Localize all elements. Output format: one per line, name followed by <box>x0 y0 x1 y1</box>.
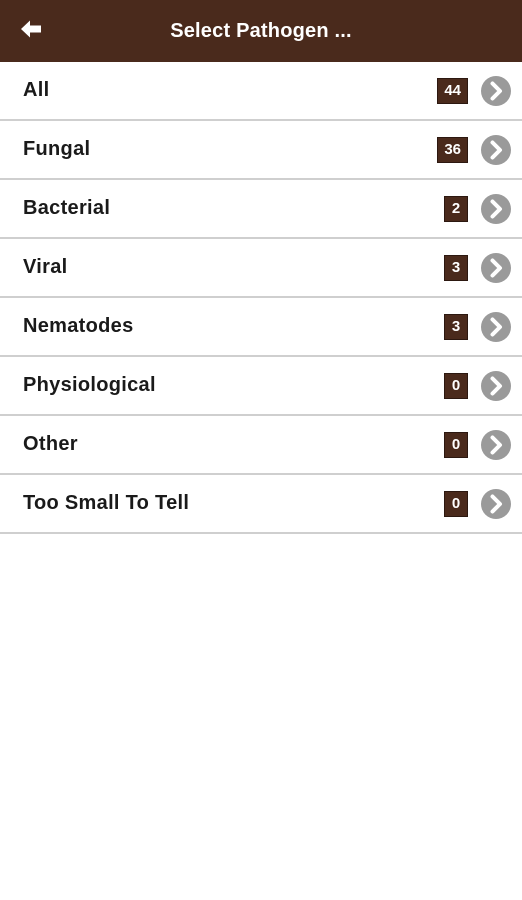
list-item-label: Physiological <box>23 374 156 396</box>
count-badge: 0 <box>444 431 468 458</box>
count-badge: 36 <box>437 136 468 163</box>
count-badge: 3 <box>444 254 468 281</box>
list-item-fungal[interactable]: Fungal 36 <box>0 121 522 180</box>
list-item-label: Viral <box>23 256 68 278</box>
count-badge: 3 <box>444 313 468 340</box>
list-item-all[interactable]: All 44 <box>0 62 522 121</box>
list-item-physiological[interactable]: Physiological 0 <box>0 357 522 416</box>
back-arrow-icon <box>19 19 43 44</box>
list-item-label: Too Small To Tell <box>23 492 190 514</box>
count-badge: 0 <box>444 490 468 517</box>
list-item-nematodes[interactable]: Nematodes 3 <box>0 298 522 357</box>
app-screen: Select Pathogen ... All 44 Fungal 36 Bacteri… <box>0 0 522 900</box>
list-item-label: Bacterial <box>23 197 111 219</box>
list-item-viral[interactable]: Viral 3 <box>0 239 522 298</box>
list-item-label: Fungal <box>23 138 91 160</box>
chevron-right-circle-icon[interactable] <box>480 134 512 166</box>
list-item-label: Nematodes <box>23 315 134 337</box>
navigation-bar: Select Pathogen ... <box>0 0 522 62</box>
count-badge: 44 <box>437 77 468 104</box>
list-item-label: All <box>23 79 50 101</box>
list-item-bacterial[interactable]: Bacterial 2 <box>0 180 522 239</box>
chevron-right-circle-icon[interactable] <box>480 75 512 107</box>
chevron-right-circle-icon[interactable] <box>480 488 512 520</box>
list-item-label: Other <box>23 433 78 455</box>
list-item-too-small-to-tell[interactable]: Too Small To Tell 0 <box>0 475 522 534</box>
chevron-right-circle-icon[interactable] <box>480 193 512 225</box>
list-item-other[interactable]: Other 0 <box>0 416 522 475</box>
pathogen-list: All 44 Fungal 36 Bacterial 2 Viral 3 Nematodes 3 P… <box>0 62 522 534</box>
back-button[interactable] <box>14 14 48 48</box>
count-badge: 2 <box>444 195 468 222</box>
chevron-right-circle-icon[interactable] <box>480 311 512 343</box>
chevron-right-circle-icon[interactable] <box>480 370 512 402</box>
count-badge: 0 <box>444 372 468 399</box>
chevron-right-circle-icon[interactable] <box>480 252 512 284</box>
page-title: Select Pathogen ... <box>170 19 352 42</box>
chevron-right-circle-icon[interactable] <box>480 429 512 461</box>
